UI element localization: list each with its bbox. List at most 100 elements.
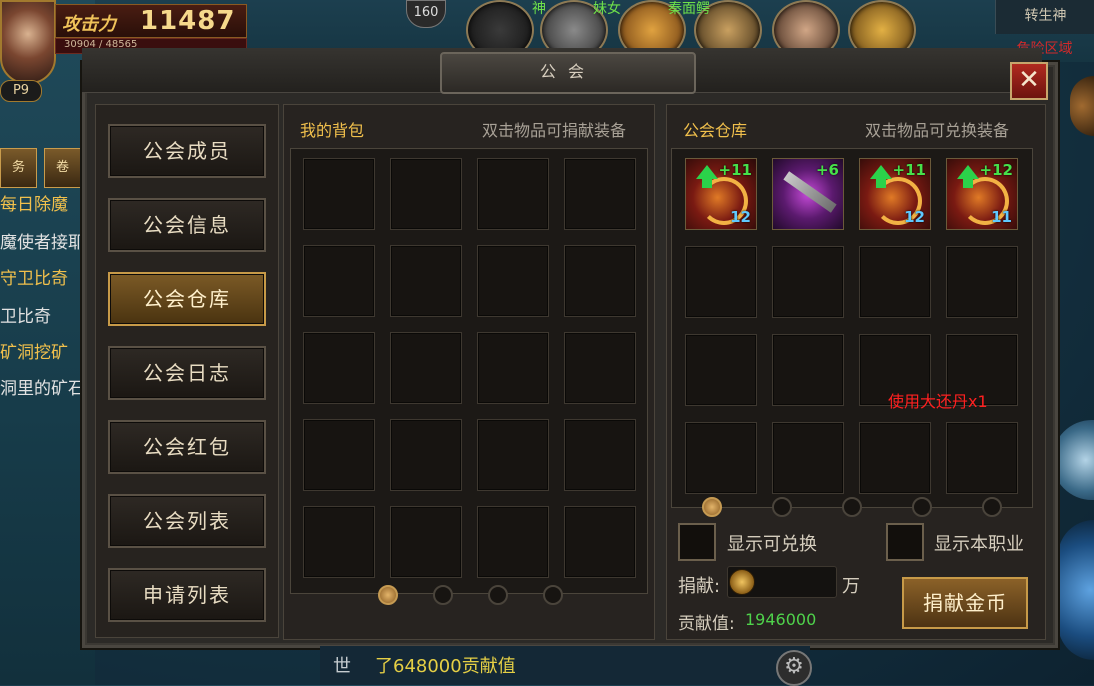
page-dot[interactable]	[378, 585, 398, 605]
upgrade-arrow-stem	[963, 178, 973, 188]
item-enhance-level: +6	[815, 161, 839, 179]
combat-power-box: 攻击力 11487	[55, 4, 247, 38]
upgrade-arrow-stem	[702, 178, 712, 188]
contribution-label: 贡献值:	[678, 614, 735, 634]
player-avatar[interactable]	[0, 0, 56, 84]
storage-slot[interactable]	[685, 334, 757, 406]
quest-item[interactable]: 守卫比奇	[0, 264, 68, 289]
item-count: 12	[904, 208, 925, 226]
show-my-class-checkbox[interactable]	[886, 523, 924, 561]
item-count: 11	[991, 208, 1012, 226]
dialog-title: 公会	[440, 52, 696, 94]
bag-slot[interactable]	[564, 506, 636, 578]
storage-title: 公会仓库	[683, 121, 748, 140]
item-count: 12	[730, 208, 751, 226]
bag-slot[interactable]	[477, 419, 549, 491]
storage-slot[interactable]	[685, 246, 757, 318]
storage-item[interactable]: +6	[772, 158, 844, 230]
right-skill-icon-top[interactable]	[1070, 76, 1094, 136]
storage-slot[interactable]	[859, 246, 931, 318]
donate-gold-button[interactable]: 捐献金币	[902, 577, 1028, 629]
nav-button[interactable]: 公会成员	[108, 124, 266, 178]
show-exchangeable-checkbox[interactable]	[678, 523, 716, 561]
show-my-class-label: 显示本职业	[934, 534, 1024, 555]
bag-title: 我的背包	[300, 121, 365, 140]
storage-slot[interactable]	[772, 422, 844, 494]
side-tab-quest[interactable]: 务	[0, 148, 37, 188]
top-name-2: 妹女	[593, 1, 621, 17]
nav-button[interactable]: 公会日志	[108, 346, 266, 400]
nav-button[interactable]: 申请列表	[108, 568, 266, 622]
floating-use-message: 使用大还丹x1	[888, 392, 988, 411]
page-dot[interactable]	[842, 497, 862, 517]
contribution-value: 1946000	[745, 610, 817, 629]
chat-channel[interactable]: 世	[333, 652, 351, 678]
chat-message: 了648000贡献值	[375, 656, 516, 677]
storage-slot[interactable]	[946, 246, 1018, 318]
storage-slot[interactable]	[859, 422, 931, 494]
upgrade-arrow-icon	[696, 165, 718, 179]
nav-button[interactable]: 公会列表	[108, 494, 266, 548]
page-dot[interactable]	[912, 497, 932, 517]
bag-slot[interactable]	[303, 245, 375, 317]
quest-item[interactable]: 矿洞挖矿	[0, 338, 68, 363]
bag-slot[interactable]	[390, 245, 462, 317]
close-button[interactable]: ✕	[1010, 62, 1048, 100]
bag-slot[interactable]	[564, 158, 636, 230]
storage-item[interactable]: +11 12	[685, 158, 757, 230]
storage-item[interactable]: +11 12	[859, 158, 931, 230]
bag-slot[interactable]	[477, 332, 549, 404]
bag-slot[interactable]	[564, 332, 636, 404]
upgrade-arrow-icon	[870, 165, 892, 179]
donate-label: 捐献:	[678, 576, 721, 597]
page-dot[interactable]	[702, 497, 722, 517]
bag-slot[interactable]	[390, 506, 462, 578]
quest-item[interactable]: 卫比奇	[0, 302, 51, 327]
item-enhance-level: +12	[979, 161, 1013, 179]
storage-item[interactable]: +12 11	[946, 158, 1018, 230]
page-dot[interactable]	[543, 585, 563, 605]
page-dot[interactable]	[982, 497, 1002, 517]
item-enhance-level: +11	[892, 161, 926, 179]
quest-item[interactable]: 洞里的矿石	[0, 374, 85, 399]
bag-slot[interactable]	[477, 245, 549, 317]
right-skill-orb-large[interactable]	[1058, 520, 1094, 660]
bag-slot[interactable]	[303, 158, 375, 230]
combat-power-label: 攻击力	[62, 14, 116, 35]
page-dot[interactable]	[433, 585, 453, 605]
right-skill-orb[interactable]	[1052, 420, 1094, 500]
nav-button[interactable]: 公会仓库	[108, 272, 266, 326]
bag-slot[interactable]	[564, 245, 636, 317]
combat-power-value: 11487	[140, 6, 236, 36]
side-tab-scroll[interactable]: 卷	[44, 148, 81, 188]
storage-slot[interactable]	[946, 422, 1018, 494]
bag-slot[interactable]	[564, 419, 636, 491]
storage-slot[interactable]	[685, 422, 757, 494]
player-level-badge: P9	[0, 80, 42, 102]
bag-hint: 双击物品可捐献装备	[482, 121, 627, 140]
bag-slot[interactable]	[303, 506, 375, 578]
donate-unit: 万	[842, 576, 860, 597]
bag-slot[interactable]	[390, 332, 462, 404]
upgrade-arrow-icon	[957, 165, 979, 179]
storage-slot[interactable]	[772, 334, 844, 406]
upgrade-arrow-stem	[876, 178, 886, 188]
quest-item[interactable]: 每日除魔	[0, 190, 68, 215]
bag-slot[interactable]	[390, 419, 462, 491]
quest-item[interactable]: 魔使者接耶	[0, 228, 85, 253]
coin-icon	[729, 569, 755, 595]
bag-slot[interactable]	[477, 506, 549, 578]
page-dot[interactable]	[488, 585, 508, 605]
bag-slot[interactable]	[477, 158, 549, 230]
storage-hint: 双击物品可兑换装备	[865, 121, 1010, 140]
gear-icon[interactable]: ⚙	[776, 650, 812, 686]
storage-slot[interactable]	[772, 246, 844, 318]
nav-button[interactable]: 公会信息	[108, 198, 266, 252]
page-dot[interactable]	[772, 497, 792, 517]
bag-slot[interactable]	[303, 332, 375, 404]
nav-button[interactable]: 公会红包	[108, 420, 266, 474]
show-exchangeable-label: 显示可兑换	[727, 534, 817, 555]
rebirth-label[interactable]: 转生神	[995, 0, 1094, 34]
bag-slot[interactable]	[303, 419, 375, 491]
bag-slot[interactable]	[390, 158, 462, 230]
